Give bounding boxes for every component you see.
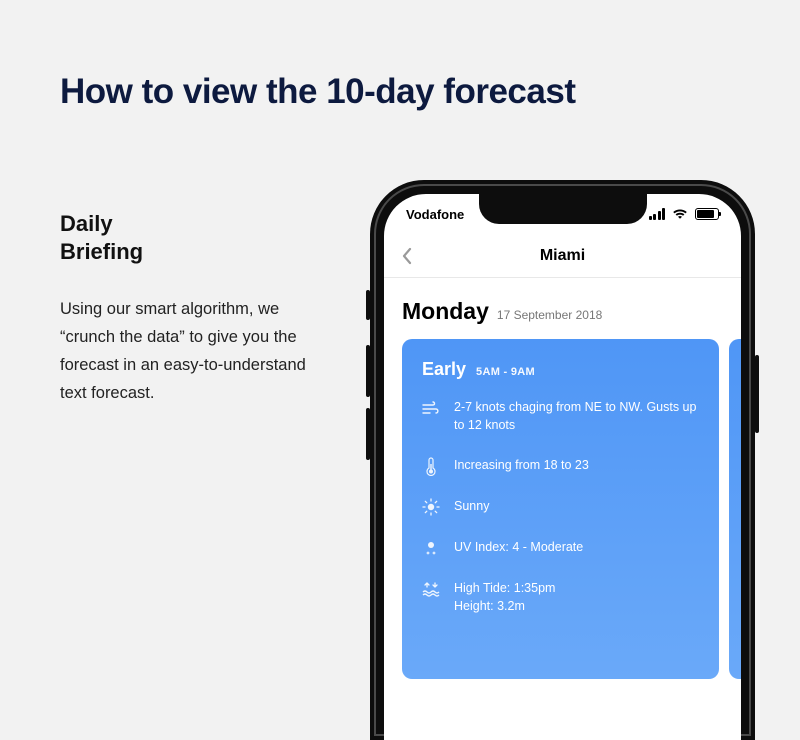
description-panel: Daily Briefing Using our smart algorithm… (60, 210, 310, 407)
sky-text: Sunny (454, 497, 489, 515)
sun-icon (422, 498, 440, 516)
phone-side-button (755, 355, 759, 433)
phone-screen: Vodafone Miami Monday 17 September 2018 (384, 194, 741, 740)
uv-metric: UV Index: 4 - Moderate (422, 538, 699, 557)
uv-icon (422, 539, 440, 557)
day-name: Monday (402, 298, 489, 325)
temp-text: Increasing from 18 to 23 (454, 456, 589, 474)
daily-briefing-heading: Daily Briefing (60, 210, 310, 265)
phone-mock: Vodafone Miami Monday 17 September 2018 (370, 180, 755, 740)
forecast-card-early[interactable]: Early 5AM - 9AM 2-7 knots chaging from N… (402, 339, 719, 679)
uv-text: UV Index: 4 - Moderate (454, 538, 583, 556)
forecast-card-next-peek[interactable] (729, 339, 741, 679)
day-header: Monday 17 September 2018 (402, 298, 723, 325)
heading-line-2: Briefing (60, 239, 143, 264)
nav-bar: Miami (384, 234, 741, 278)
back-button[interactable] (398, 247, 416, 265)
signal-icon (649, 208, 666, 220)
phone-notch (479, 194, 647, 224)
period-time: 5AM - 9AM (476, 366, 535, 378)
wifi-icon (672, 208, 688, 220)
heading-line-1: Daily (60, 211, 113, 236)
wind-metric: 2-7 knots chaging from NE to NW. Gusts u… (422, 398, 699, 434)
wind-icon (422, 399, 440, 417)
period-name: Early (422, 359, 466, 380)
battery-icon (695, 208, 719, 220)
sky-metric: Sunny (422, 497, 699, 516)
forecast-content: Monday 17 September 2018 Early 5AM - 9AM (384, 278, 741, 679)
location-title: Miami (540, 247, 585, 265)
daily-briefing-body: Using our smart algorithm, we “crunch th… (60, 295, 310, 407)
wind-text: 2-7 knots chaging from NE to NW. Gusts u… (454, 398, 699, 434)
carrier-label: Vodafone (406, 207, 464, 222)
thermometer-icon (422, 457, 440, 475)
phone-frame: Vodafone Miami Monday 17 September 2018 (370, 180, 755, 740)
tide-icon (422, 580, 440, 598)
tide-text: High Tide: 1:35pm Height: 3.2m (454, 579, 555, 615)
chevron-left-icon (401, 247, 413, 265)
tide-metric: High Tide: 1:35pm Height: 3.2m (422, 579, 699, 615)
temp-metric: Increasing from 18 to 23 (422, 456, 699, 475)
day-date: 17 September 2018 (497, 308, 602, 322)
page-title: How to view the 10-day forecast (60, 72, 575, 112)
